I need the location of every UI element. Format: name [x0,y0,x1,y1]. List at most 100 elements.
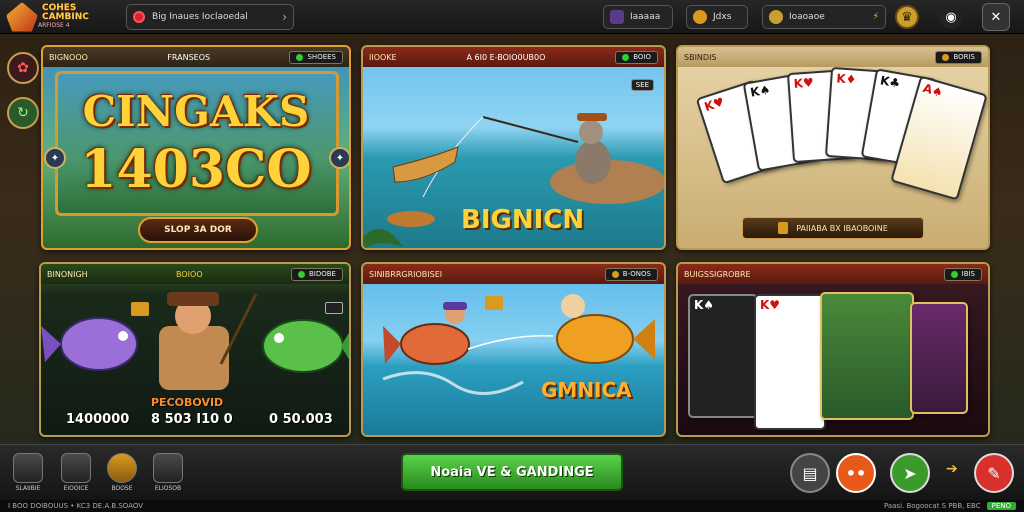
coin-icon [107,453,137,483]
players-badge: SHOEES [289,50,343,64]
game-card-fish-slot[interactable]: BINONIGH BOIOO BIDOBE PECOBOVID 1400000 … [39,262,351,437]
nav-item-4[interactable]: ELIOSOB [148,453,188,492]
slot-title-line1: CINGAKS [82,87,310,136]
fish-rider-right [556,314,634,364]
logo-subtitle: ARFIOSE 4 [37,22,70,29]
card-title: BIGNOOO [49,52,88,62]
playing-card-4 [910,302,968,414]
card-title: SBINDIS [684,52,717,62]
corner-badge: SEE [630,79,654,91]
wallet-pill[interactable]: Iaaaaa [603,5,673,29]
search-text: Big Inaues Ioclaoedal [152,12,248,22]
refresh-icon[interactable]: ↻ [7,97,39,129]
game-card-fishing[interactable]: IIOOKE A 6I0 E-BOIO0UB0O BOIO SEE BIGNIC… [361,45,666,250]
status-right-group: Paasi. Bogoocat S PBB, EBC PENO [884,502,1016,510]
fishing-line [467,335,554,350]
wallet-icon [610,10,624,24]
game-card-slot[interactable]: BIGNOOO FRANSEOS SHOEES CINGAKS 1403CO ✦… [41,45,351,250]
green-fish-tail [341,332,349,360]
game-card-fishing-2[interactable]: SINIBRRGRIOBISEI B-ONOS GMNICA [361,262,666,437]
chip-icon [778,222,789,234]
logo-icon [6,2,38,32]
card-title: BUIGSSIGROBRE [684,269,751,279]
card-title: SINIBRRGRIOBISEI [369,269,443,279]
playing-card-3 [820,292,914,420]
playing-card-1: K♠ [688,294,758,418]
coin-icon [693,10,707,24]
more-icon[interactable]: •• [836,453,876,493]
fish-tail-left [383,326,401,364]
fishing-rod [482,116,579,143]
status-right: Paasi. Bogoocat S PBB, EBC [883,502,981,510]
horn-prop [392,146,459,183]
chat-icon[interactable]: ▤ [790,453,830,493]
card-header: SBINDIS BORIS [678,47,988,67]
fisher-hat [577,113,607,121]
notification-icon[interactable]: ◉ [939,5,963,29]
fish-tail-right [633,319,655,359]
search-bar[interactable]: Big Inaues Ioclaoedal › [126,4,294,30]
rider-head-right [561,294,585,318]
bonus-pill[interactable]: Ioaoaoe ⚡ [762,5,886,29]
fishing-rod [219,293,258,365]
fisher-head [579,120,603,144]
splash [382,371,524,395]
settings-icon[interactable]: ✕ [982,3,1010,31]
players-badge: BORIS [935,50,982,64]
app-logo[interactable]: COHES CAMBINC ARFIOSE 4 [6,2,116,32]
poker-play-button[interactable]: PAIIABA BX IBAOBOINE [742,217,924,239]
card-title: IIOOKE [369,52,397,62]
green-fish [262,319,344,373]
players-badge: IBIS [943,267,982,281]
slot-play-button[interactable]: SLOP 3A DOR [138,217,258,243]
rider-hat-left [443,302,467,310]
game-title: GMNICA [541,378,632,402]
fisher-body [575,140,611,184]
edit-icon[interactable]: ✎ [974,453,1014,493]
nav-item-2[interactable]: EIOOICE [56,453,96,492]
players-badge: B-ONOS [604,267,658,281]
players-badge: BIDOBE [290,267,343,281]
arrow-icon: ➔ [946,461,958,477]
poker-button-label: PAIIABA BX IBAOBOINE [796,223,888,233]
nav-item-1[interactable]: SLAIIBIE [8,453,48,492]
shop-icon [153,453,183,483]
fisher-body [159,326,229,390]
inbox-icon [61,453,91,483]
playing-card-2: K♥ [754,294,826,430]
game-lobby: COHES CAMBINC ARFIOSE 4 Big Inaues Iocla… [0,0,1024,512]
coins-label: Jdxs [713,12,732,22]
jackpot-value-3: 0 50.003 [269,412,333,427]
card-header: SINIBRRGRIOBISEI B-ONOS [363,264,664,284]
game-title: PECOBOVID [151,396,224,409]
trophy-icon[interactable]: ♛ [895,5,919,29]
chevron-right-icon[interactable]: › [282,10,287,24]
nav-item-3[interactable]: BOOSE [102,453,142,492]
bonus-icon [769,10,783,24]
share-icon[interactable]: ➤ [890,453,930,493]
play-now-button[interactable]: Noaia VE & GANDINGE [401,453,623,491]
bottom-bar: SLAIIBIE EIOOICE BOOSE ELIOSOB Noaia VE … [0,444,1024,500]
lightning-icon: ⚡ [872,12,879,22]
coins-pill[interactable]: Jdxs [686,5,748,29]
game-card-cards-2[interactable]: BUIGSSIGROBRE IBIS K♠ K♥ [676,262,990,437]
bonus-label: Ioaoaoe [789,12,825,22]
logo-title: COHES CAMBINC [41,3,89,22]
card-subtitle: A 6I0 E-BOIO0UB0O [466,52,546,62]
game-card-poker[interactable]: SBINDIS BORIS K♥ K♠ K♥ K♦ K♣ A♠ PAIIABA … [676,45,990,250]
star-icon[interactable]: ✦ [44,147,66,169]
game-title: BIGNICN [461,205,585,235]
favorites-icon[interactable]: ✿ [7,52,39,84]
jackpot-value-1: 1400000 [66,412,130,427]
status-badge: PENO [986,502,1016,510]
fisher-hat [167,292,219,306]
card-header: BIGNOOO FRANSEOS SHOEES [43,47,349,67]
gem-icon[interactable]: ✦ [329,147,349,169]
log-prop [387,211,435,227]
players-badge: BOIO [615,50,658,64]
leaf-prop [363,229,403,248]
card-header: BUIGSSIGROBRE IBIS [678,264,988,284]
status-left: I BOO DOIBOUUS • KC3 DE.A.B.SOAOV [8,502,144,510]
bonus-icon [485,296,503,310]
fish-rider-left [400,323,470,365]
